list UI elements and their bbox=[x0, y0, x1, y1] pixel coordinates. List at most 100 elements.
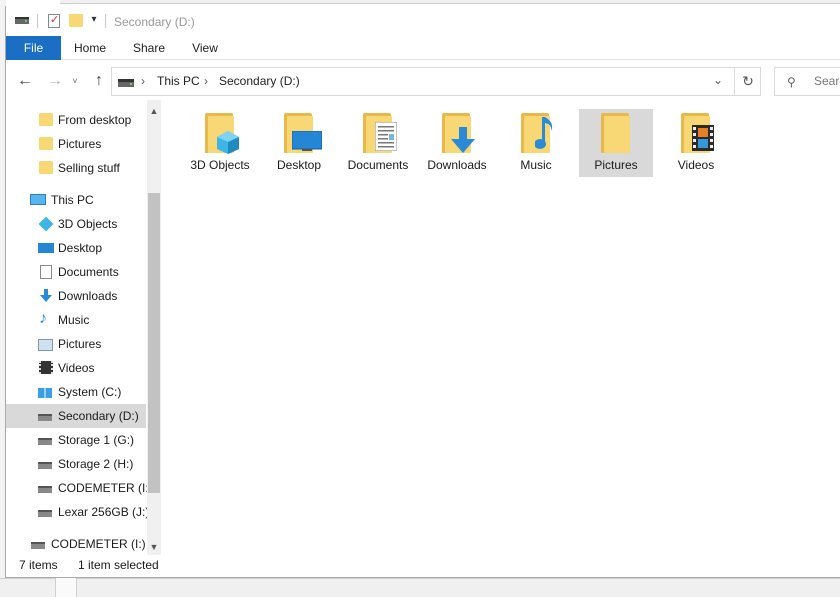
sidebar-item-downloads[interactable]: Downloads bbox=[6, 284, 146, 308]
sidebar-item-documents[interactable]: Documents bbox=[6, 260, 146, 284]
properties-icon[interactable] bbox=[48, 13, 60, 28]
sidebar-item-label: CODEMETER (I:) bbox=[51, 537, 146, 551]
sidebar-item-label: Storage 1 (G:) bbox=[58, 433, 135, 447]
folder-icon bbox=[39, 113, 53, 126]
tab-file[interactable]: File bbox=[6, 36, 61, 60]
desktop-folder-icon bbox=[284, 113, 322, 153]
separator bbox=[37, 14, 38, 28]
sidebar-item-pictures-pinned[interactable]: Pictures bbox=[6, 132, 146, 156]
videos-folder-icon bbox=[681, 113, 714, 153]
search-icon: ⚲ bbox=[787, 75, 796, 89]
tab-view[interactable]: View bbox=[186, 36, 224, 60]
folder-label: Downloads bbox=[427, 158, 487, 172]
sidebar-item-selling-stuff[interactable]: Selling stuff bbox=[6, 156, 146, 180]
sidebar-item-label: Storage 2 (H:) bbox=[58, 457, 134, 471]
breadcrumb-secondary-d[interactable]: Secondary (D:) bbox=[219, 74, 300, 88]
sidebar-item-storage-1-g[interactable]: Storage 1 (G:) bbox=[6, 428, 146, 452]
music-icon: ♪ bbox=[39, 310, 47, 327]
music-folder-icon bbox=[521, 113, 553, 153]
sidebar-item-pictures[interactable]: Pictures bbox=[6, 332, 146, 356]
sidebar-item-codemeter-i-root[interactable]: CODEMETER (I:) bbox=[6, 532, 146, 555]
folder-documents[interactable]: Documents bbox=[341, 109, 415, 177]
drive-icon bbox=[118, 79, 134, 87]
sidebar-item-label: Music bbox=[58, 313, 90, 327]
pictures-folder-icon bbox=[601, 113, 633, 153]
sidebar-item-desktop[interactable]: Desktop bbox=[6, 236, 146, 260]
sidebar-item-label: Downloads bbox=[58, 289, 118, 303]
quick-access-dropdown-icon[interactable]: ▾ bbox=[89, 14, 99, 25]
folder-pictures[interactable]: Pictures bbox=[579, 109, 653, 177]
sidebar-scrollbar[interactable]: ▲ ▼ bbox=[147, 100, 161, 555]
sidebar-item-3d-objects[interactable]: 3D Objects bbox=[6, 212, 146, 236]
folder-label: Pictures bbox=[594, 158, 638, 172]
title-bar: ▾ Secondary (D:) bbox=[6, 6, 840, 36]
sidebar-item-label: Pictures bbox=[58, 137, 102, 151]
sidebar-item-lexar-j[interactable]: Lexar 256GB (J:) bbox=[6, 500, 150, 524]
drive-icon bbox=[38, 462, 52, 469]
folder-music[interactable]: Music bbox=[499, 109, 573, 177]
folder-label: Documents bbox=[347, 158, 409, 172]
desktop-icon bbox=[38, 243, 54, 253]
up-arrow-icon[interactable]: ↑ bbox=[89, 73, 109, 89]
scroll-thumb[interactable] bbox=[148, 193, 160, 493]
search-placeholder: Search bbox=[814, 74, 840, 88]
3d-objects-icon bbox=[38, 216, 54, 232]
downloads-folder-icon bbox=[442, 113, 475, 153]
scroll-up-icon[interactable]: ▲ bbox=[147, 104, 161, 118]
folder-videos[interactable]: Videos bbox=[659, 109, 733, 177]
breadcrumb-chevron-icon[interactable]: › bbox=[141, 74, 145, 88]
folder-label: Desktop bbox=[276, 158, 322, 172]
sidebar-item-label: Desktop bbox=[58, 241, 103, 255]
refresh-icon[interactable]: ↻ bbox=[734, 68, 761, 95]
status-bar: 7 items 1 item selected bbox=[6, 555, 840, 578]
sidebar-item-system-c[interactable]: System (C:) bbox=[6, 380, 146, 404]
documents-folder-icon bbox=[363, 113, 397, 153]
scroll-down-icon[interactable]: ▼ bbox=[147, 540, 161, 554]
search-input[interactable]: ⚲ Search bbox=[774, 67, 840, 96]
folder-desktop[interactable]: Desktop bbox=[262, 109, 336, 177]
sidebar-item-codemeter-i[interactable]: CODEMETER (I:) bbox=[6, 476, 153, 500]
sidebar-item-secondary-d[interactable]: Secondary (D:) bbox=[6, 404, 146, 428]
this-pc-icon bbox=[30, 194, 46, 205]
folder-label: Music bbox=[520, 158, 552, 172]
sidebar-item-music[interactable]: ♪ Music bbox=[6, 308, 146, 332]
sidebar-item-label: Secondary (D:) bbox=[58, 409, 139, 423]
back-arrow-icon[interactable]: ← bbox=[15, 73, 35, 89]
folder-icon bbox=[39, 137, 53, 150]
sidebar-item-this-pc[interactable]: This PC bbox=[6, 188, 146, 212]
sidebar-item-label: Videos bbox=[58, 361, 95, 375]
sidebar-item-label: Selling stuff bbox=[58, 161, 120, 175]
recent-locations-chevron-icon[interactable]: ˅ bbox=[69, 73, 81, 89]
downloads-icon bbox=[40, 289, 52, 302]
breadcrumb-chevron-icon[interactable]: › bbox=[204, 74, 208, 88]
folder-3d-objects[interactable]: 3D Objects bbox=[183, 109, 257, 177]
navigation-pane: From desktop Pictures Selling stuff This… bbox=[6, 100, 161, 555]
sidebar-item-label: This PC bbox=[51, 193, 94, 207]
file-list: 3D Objects Desktop Documents Downloads M… bbox=[166, 100, 840, 555]
breadcrumb-this-pc[interactable]: This PC bbox=[157, 74, 200, 88]
folder-downloads[interactable]: Downloads bbox=[420, 109, 494, 177]
tab-share[interactable]: Share bbox=[128, 36, 170, 60]
address-bar[interactable]: › This PC › Secondary (D:) ⌄ ↻ bbox=[111, 67, 761, 96]
address-dropdown-icon[interactable]: ⌄ bbox=[710, 73, 726, 87]
sidebar-item-videos[interactable]: Videos bbox=[6, 356, 146, 380]
sidebar-item-label: CODEMETER (I:) bbox=[58, 481, 153, 495]
sidebar-item-storage-2-h[interactable]: Storage 2 (H:) bbox=[6, 452, 146, 476]
sidebar-item-label: Lexar 256GB (J:) bbox=[58, 505, 150, 519]
3d-objects-folder-icon bbox=[205, 113, 239, 154]
drive-icon bbox=[38, 438, 52, 445]
tab-home[interactable]: Home bbox=[68, 36, 112, 60]
background-window-fragment bbox=[55, 578, 77, 597]
sidebar-item-from-desktop[interactable]: From desktop bbox=[6, 108, 146, 132]
system-drive-icon bbox=[38, 388, 52, 398]
item-count: 7 items bbox=[19, 558, 58, 572]
drive-icon bbox=[38, 486, 52, 493]
folder-label: 3D Objects bbox=[190, 158, 250, 172]
sidebar-item-label: Documents bbox=[58, 265, 119, 279]
pictures-icon bbox=[38, 339, 53, 351]
sidebar-item-label: Pictures bbox=[58, 337, 102, 351]
drive-icon bbox=[31, 542, 45, 549]
navigation-bar: ← → ˅ ↑ › This PC › Secondary (D:) ⌄ ↻ ⚲… bbox=[6, 60, 840, 100]
new-folder-icon[interactable] bbox=[69, 14, 83, 27]
forward-arrow-icon[interactable]: → bbox=[45, 73, 65, 89]
